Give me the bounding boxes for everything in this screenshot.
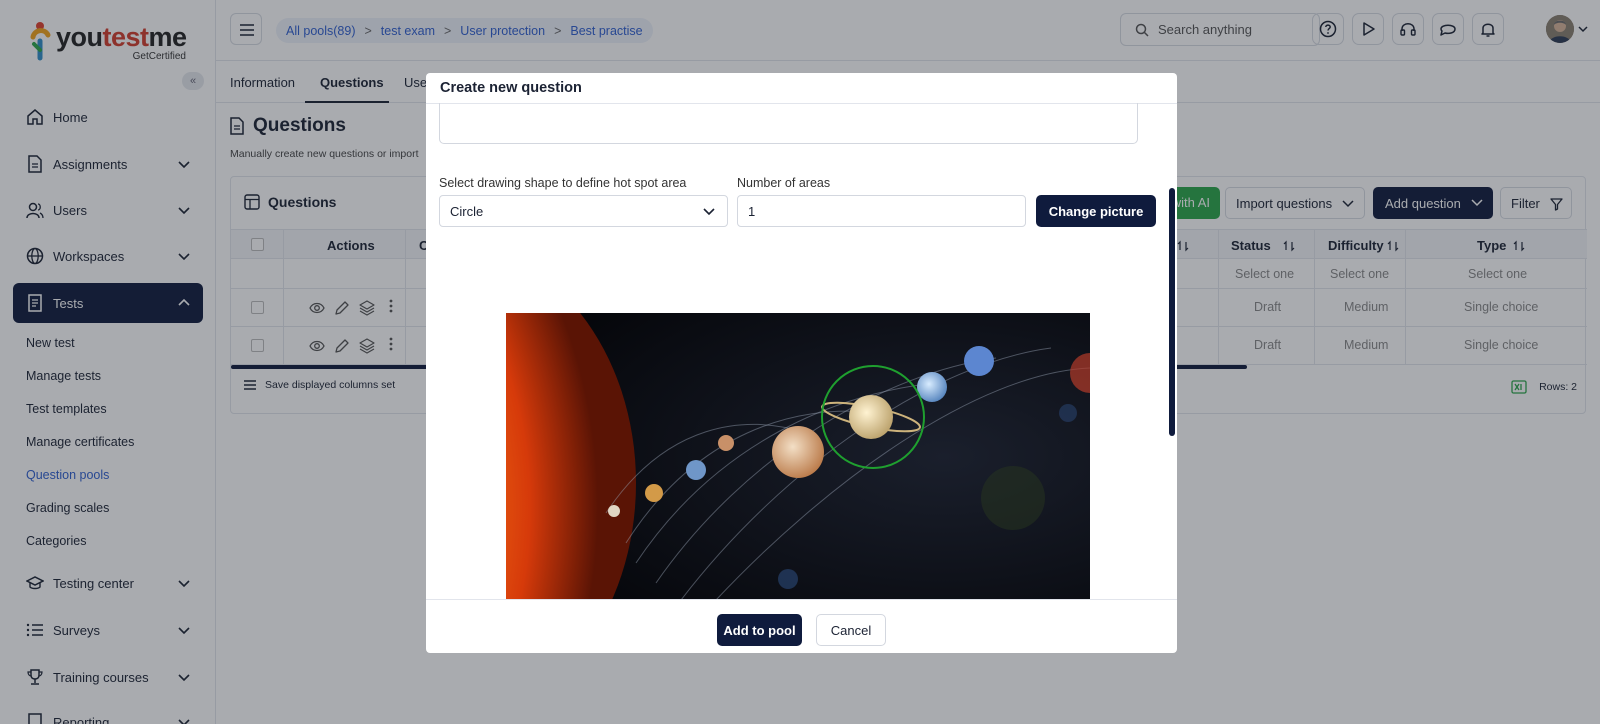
question-text-area[interactable] <box>439 103 1138 144</box>
hotspot-image[interactable] <box>506 313 1090 600</box>
solar-system-image <box>506 313 1090 600</box>
dialog-footer-divider <box>426 599 1177 600</box>
shape-select-value: Circle <box>450 203 484 219</box>
change-picture-button[interactable]: Change picture <box>1036 195 1156 227</box>
shape-select[interactable]: Circle <box>439 195 728 227</box>
dialog-title: Create new question <box>440 80 582 96</box>
shape-label: Select drawing shape to define hot spot … <box>439 176 687 190</box>
create-question-dialog: Create new question Select drawing shape… <box>426 73 1177 653</box>
areas-value: 1 <box>748 203 756 219</box>
chevron-down-icon <box>703 208 715 216</box>
number-of-areas-input[interactable]: 1 <box>737 195 1026 227</box>
vertical-scrollbar[interactable] <box>1169 188 1175 436</box>
areas-label: Number of areas <box>737 176 831 190</box>
cancel-button[interactable]: Cancel <box>816 614 886 646</box>
add-to-pool-button[interactable]: Add to pool <box>717 614 802 646</box>
